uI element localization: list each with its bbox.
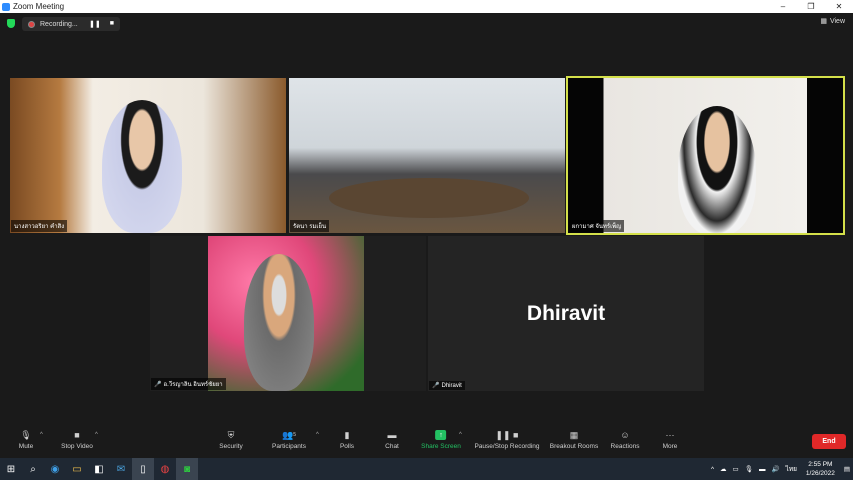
file-explorer-icon[interactable]: ▭ (66, 458, 88, 480)
shield-icon: ⛨ (227, 429, 235, 440)
video-tile-3-active-speaker[interactable]: ผกามาศ จันทร์เพ็ญ (566, 76, 845, 235)
participant-profile-photo (208, 236, 364, 391)
participants-label: Participants (272, 443, 306, 450)
network-icon[interactable]: ▬ (759, 466, 766, 473)
windows-taskbar: ⊞ ⌕ ◉ ▭ ◧ ✉ ▯ ◍ ◙ ^ ☁ ▭ 🎙 ▬ 🔊 ไทย 2:55 P… (0, 458, 853, 480)
participant-name-tag: นางสาวอริยา คำสิง (11, 220, 68, 232)
participant-name-tag: ผกามาศ จันทร์เพ็ญ (569, 220, 625, 232)
window-controls: – ❐ ✕ (769, 0, 853, 13)
participant-video-person (102, 100, 182, 233)
display-icon[interactable]: ▭ (733, 465, 739, 473)
grid-view-icon: ▦ (820, 18, 827, 25)
chat-bubble-icon: ▬ (387, 430, 397, 440)
more-button[interactable]: ··· More (663, 430, 678, 450)
input-language[interactable]: ไทย (786, 464, 797, 474)
participants-count: 5 (293, 432, 296, 438)
security-button[interactable]: ⛨ Security (219, 429, 243, 451)
cloud-icon[interactable]: ☁ (720, 465, 727, 473)
meeting-toolbar: 🎙 Mute ^ ■ Stop Video ^ ⛨ Security 👥 5 Pa… (0, 420, 853, 458)
share-options-caret-icon[interactable]: ^ (459, 432, 462, 438)
mic-muted-icon: 🎤 (432, 383, 440, 389)
clock-date: 1/26/2022 (805, 470, 835, 477)
encryption-shield-icon[interactable] (7, 19, 15, 28)
window-title: Zoom Meeting (13, 2, 65, 11)
view-button[interactable]: ▦ View (820, 17, 845, 26)
mic-muted-icon: 🎤 (154, 382, 162, 388)
view-label: View (829, 17, 845, 25)
stop-video-label: Stop Video (61, 443, 93, 450)
mute-label: Mute (18, 443, 34, 450)
security-label: Security (219, 443, 243, 450)
mail-icon[interactable]: ✉ (110, 458, 132, 480)
participants-button[interactable]: 👥 5 Participants (272, 429, 306, 451)
edge-browser-icon[interactable]: ◉ (44, 458, 66, 480)
stop-video-button[interactable]: ■ Stop Video (61, 430, 93, 450)
maximize-button[interactable]: ❐ (797, 0, 825, 13)
chat-label: Chat (385, 443, 399, 450)
minimize-button[interactable]: – (769, 0, 797, 13)
video-camera-icon: ■ (74, 430, 80, 440)
participant-video-person (678, 106, 756, 233)
end-meeting-button[interactable]: End (812, 434, 846, 449)
share-screen-label: Share Screen (421, 443, 461, 450)
show-hidden-icons-icon[interactable]: ^ (711, 466, 714, 473)
mute-options-caret-icon[interactable]: ^ (40, 432, 43, 438)
reactions-label: Reactions (610, 443, 640, 450)
reactions-button[interactable]: ☺ Reactions (611, 430, 640, 450)
breakout-rooms-button[interactable]: ▦ Breakout Rooms (549, 429, 599, 451)
chat-button[interactable]: ▬ Chat (385, 430, 399, 450)
participant-name-tag: 🎤 อ.วีรญาลิน อินทร์ชัยยา (151, 378, 226, 390)
video-tile-1[interactable]: นางสาวอริยา คำสิง (10, 78, 286, 233)
recording-dot-icon (28, 20, 35, 28)
windows-start-icon[interactable]: ⊞ (0, 458, 22, 480)
video-tile-2[interactable]: รัตนา รมเย็น (289, 78, 565, 233)
share-screen-icon: ↑ (435, 430, 447, 440)
notifications-icon[interactable]: ▤ (844, 465, 850, 473)
mute-button[interactable]: 🎙 Mute (18, 429, 34, 451)
pause-stop-icon: ❚❚ ■ (495, 429, 519, 440)
store-icon[interactable]: ◧ (88, 458, 110, 480)
microphone-icon: 🎙 (20, 429, 32, 440)
pause-stop-recording-label: Pause/Stop Recording (474, 443, 540, 450)
participants-options-caret-icon[interactable]: ^ (316, 432, 319, 438)
clock-time: 2:55 PM (808, 461, 833, 468)
video-tile-4[interactable]: 🎤 อ.วีรญาลิน อินทร์ชัยยา (150, 236, 426, 391)
line-app-icon[interactable]: ◙ (176, 458, 198, 480)
pause-stop-recording-button[interactable]: ❚❚ ■ Pause/Stop Recording (474, 429, 540, 451)
close-button[interactable]: ✕ (825, 0, 853, 13)
system-clock[interactable]: 2:55 PM 1/26/2022 (803, 460, 838, 478)
share-screen-button[interactable]: ↑ Share Screen (421, 430, 461, 450)
participant-name-tag: 🎤 Dhiravit (429, 381, 465, 390)
document-app-icon[interactable]: ▯ (132, 458, 154, 480)
participant-name-tag: รัตนา รมเย็น (290, 220, 330, 232)
breakout-rooms-label: Breakout Rooms (549, 443, 599, 450)
conference-table (329, 178, 529, 218)
polls-label: Polls (339, 443, 355, 450)
video-tile-5[interactable]: Dhiravit 🎤 Dhiravit (428, 236, 704, 391)
pause-recording-icon[interactable]: ❚❚ (89, 20, 101, 28)
participant-video-person (244, 254, 314, 391)
participant-name-text: Dhiravit (441, 383, 462, 389)
window-titlebar: Zoom Meeting – ❐ ✕ (0, 0, 853, 13)
participants-icon: 👥 5 (282, 429, 296, 440)
recording-label: Recording... (40, 20, 78, 28)
participant-display-name: Dhiravit (526, 301, 606, 325)
meeting-area: Recording... ❚❚ ■ ▦ View นางสาวอริยา คำส… (0, 13, 853, 458)
recording-indicator: Recording... ❚❚ ■ (22, 17, 120, 31)
search-icon[interactable]: ⌕ (22, 458, 44, 480)
video-options-caret-icon[interactable]: ^ (95, 432, 98, 438)
smiley-icon: ☺ (620, 430, 630, 440)
chrome-browser-icon[interactable]: ◍ (154, 458, 176, 480)
system-tray: ^ ☁ ▭ 🎙 ▬ 🔊 ไทย 2:55 PM 1/26/2022 ▤ (708, 458, 853, 480)
more-label: More (662, 443, 678, 450)
polls-button[interactable]: ▮ Polls (339, 429, 355, 451)
stop-recording-icon[interactable]: ■ (110, 20, 114, 28)
breakout-rooms-icon: ▦ (569, 429, 579, 440)
zoom-logo-icon (2, 2, 10, 11)
ellipsis-icon: ··· (665, 430, 675, 440)
bar-chart-icon: ▮ (344, 429, 350, 440)
volume-icon[interactable]: 🔊 (771, 465, 779, 473)
microphone-tray-icon[interactable]: 🎙 (745, 465, 753, 473)
participant-name-text: อ.วีรญาลิน อินทร์ชัยยา (163, 382, 223, 388)
